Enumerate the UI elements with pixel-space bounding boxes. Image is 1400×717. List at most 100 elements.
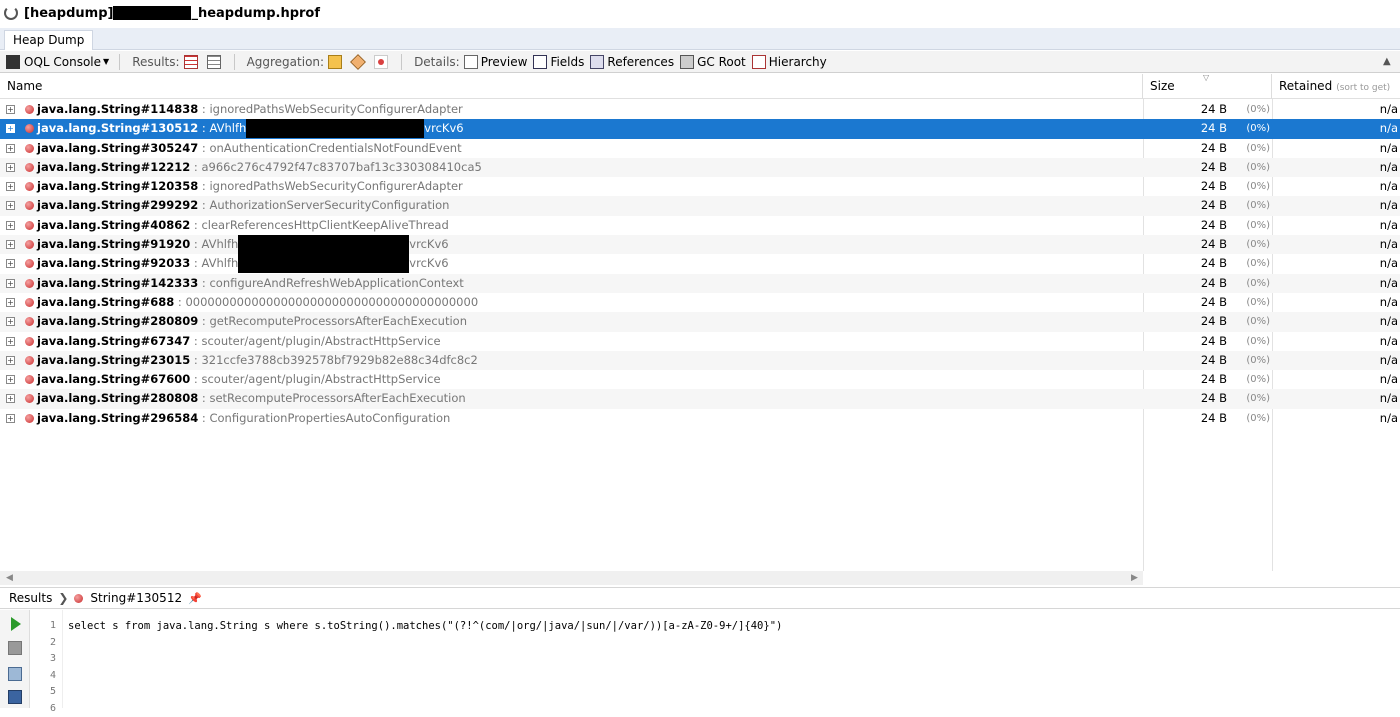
scroll-right-arrow-icon[interactable]: ▶ — [1131, 571, 1138, 585]
tab-heap-dump[interactable]: Heap Dump — [4, 30, 93, 50]
save-icon[interactable] — [8, 690, 22, 704]
expand-icon[interactable]: + — [6, 259, 15, 268]
table-row[interactable]: +java.lang.String#120358 : ignoredPathsW… — [0, 177, 1400, 196]
fields-label: Fields — [550, 55, 584, 69]
string-value: a966c276c4792f47c83707baf13c330308410ca5 — [201, 160, 481, 174]
size-value: 24 B — [1143, 100, 1227, 119]
table-row[interactable]: +java.lang.String#23015 : 321ccfe3788cb3… — [0, 351, 1400, 370]
expand-icon[interactable]: + — [6, 163, 15, 172]
instance-icon — [25, 182, 34, 191]
name-separator: : — [190, 334, 201, 348]
tab-bar: Heap Dump — [0, 28, 1400, 50]
expand-icon[interactable]: + — [6, 337, 15, 346]
name-separator: : — [198, 179, 209, 193]
table-row[interactable]: +java.lang.String#299292 : Authorization… — [0, 196, 1400, 215]
expand-icon[interactable]: + — [6, 356, 15, 365]
run-icon[interactable] — [11, 617, 21, 631]
string-value: ConfigurationPropertiesAutoConfiguration — [209, 411, 450, 425]
table-row[interactable]: + java.lang.String#67600 : scouter/agent/… — [0, 370, 1400, 389]
table-row[interactable]: +java.lang.String#12212 : a966c276c4792f… — [0, 158, 1400, 177]
class-instance-id: java.lang.String#280808 — [37, 391, 198, 405]
name-separator: : — [198, 102, 209, 116]
string-value: configureAndRefreshWebApplicationContext — [209, 276, 463, 290]
pin-icon[interactable]: 📌 — [188, 592, 202, 605]
aggregation-class-button[interactable] — [351, 55, 368, 69]
preview-button[interactable]: Preview — [464, 55, 528, 69]
expand-icon[interactable]: + — [6, 317, 15, 326]
table-icon — [184, 55, 198, 69]
scroll-up-arrow-icon[interactable]: ▲ — [1383, 56, 1391, 67]
horizontal-scrollbar[interactable]: ◀ ▶ — [0, 571, 1143, 585]
table-row[interactable]: +java.lang.String#114838 : ignoredPathsW… — [0, 100, 1400, 119]
retained-value: n/a — [1272, 158, 1398, 177]
retained-value: n/a — [1272, 293, 1398, 312]
gc-root-button[interactable]: GC Root — [680, 55, 746, 69]
stop-icon[interactable] — [8, 641, 22, 655]
table-row[interactable]: +java.lang.String#305247 : onAuthenticat… — [0, 139, 1400, 158]
expand-icon[interactable]: + — [6, 124, 15, 133]
object-name: java.lang.String#67600 : scouter/agent/p… — [37, 370, 441, 389]
table-row[interactable]: +java.lang.String#688 : 0000000000000000… — [0, 293, 1400, 312]
table-row[interactable]: +java.lang.String#67347 : scouter/agent/… — [0, 332, 1400, 351]
package-icon — [328, 55, 342, 69]
table-row[interactable]: +java.lang.String#130512 : AVhlfhvrcKv62… — [0, 119, 1400, 138]
expand-icon[interactable]: + — [6, 182, 15, 191]
expand-icon[interactable]: + — [6, 105, 15, 114]
column-header-name[interactable]: Name — [0, 74, 1143, 99]
string-value: getRecomputeProcessorsAfterEachExecution — [209, 314, 467, 328]
expand-icon[interactable]: + — [6, 279, 15, 288]
string-value-part: vrcKv6 — [424, 121, 463, 135]
breadcrumb-results[interactable]: Results — [9, 591, 52, 605]
string-value-part: AVhlfh — [209, 121, 246, 135]
list-view-button[interactable] — [207, 55, 224, 69]
class-instance-id: java.lang.String#296584 — [37, 411, 198, 425]
details-label: Details: — [414, 55, 460, 69]
oql-console-button[interactable]: OQL Console ▼ — [6, 55, 109, 69]
fields-button[interactable]: Fields — [533, 55, 584, 69]
instance-icon — [25, 201, 34, 210]
expand-icon[interactable]: + — [6, 201, 15, 210]
retained-header-hint: (sort to get) — [1336, 83, 1390, 93]
aggregation-package-button[interactable] — [328, 55, 345, 69]
scroll-left-arrow-icon[interactable]: ◀ — [6, 571, 13, 585]
object-name: java.lang.String#296584 : ConfigurationP… — [37, 409, 450, 428]
breadcrumb-item[interactable]: String#130512 — [90, 591, 182, 605]
table-row[interactable]: +java.lang.String#92033 : AVhlfhvrcKv624… — [0, 254, 1400, 273]
string-value-part: AVhlfh — [201, 256, 238, 270]
expand-icon[interactable]: + — [6, 298, 15, 307]
expand-icon[interactable]: + — [6, 221, 15, 230]
expand-icon[interactable]: + — [6, 240, 15, 249]
size-value: 24 B — [1143, 351, 1227, 370]
table-row[interactable]: +java.lang.String#142333 : configureAndR… — [0, 274, 1400, 293]
expand-icon[interactable]: + — [6, 375, 15, 384]
table-row[interactable]: +java.lang.String#280808 : setRecomputeP… — [0, 389, 1400, 408]
references-button[interactable]: References — [590, 55, 674, 69]
object-name: java.lang.String#91920 : AVhlfhvrcKv6 — [37, 235, 449, 254]
class-instance-id: java.lang.String#67347 — [37, 334, 190, 348]
expand-icon[interactable]: + — [6, 394, 15, 403]
hierarchy-button[interactable]: Hierarchy — [752, 55, 827, 69]
instance-icon — [25, 221, 34, 230]
open-folder-icon[interactable] — [8, 667, 22, 681]
table-row[interactable]: +java.lang.String#91920 : AVhlfhvrcKv624… — [0, 235, 1400, 254]
retained-value: n/a — [1272, 409, 1398, 428]
aggregation-instance-button[interactable] — [374, 55, 391, 69]
table-row[interactable]: +java.lang.String#280809 : getRecomputeP… — [0, 312, 1400, 331]
table-view-button[interactable] — [184, 55, 201, 69]
expand-icon[interactable]: + — [6, 414, 15, 423]
column-header-retained[interactable]: Retained(sort to get) — [1272, 74, 1400, 99]
expand-icon[interactable]: + — [6, 144, 15, 153]
instance-icon — [25, 356, 34, 365]
table-row[interactable]: + java.lang.String#296584 : Configuration… — [0, 409, 1400, 428]
table-row[interactable]: +java.lang.String#40862 : clearReference… — [0, 216, 1400, 235]
retained-value: n/a — [1272, 196, 1398, 215]
instance-icon — [25, 317, 34, 326]
results-label: Results: — [132, 55, 179, 69]
size-percent: (0%) — [1240, 235, 1270, 254]
string-value: ignoredPathsWebSecurityConfigurerAdapter — [209, 102, 462, 116]
query-text-area[interactable]: select s from java.lang.String s where s… — [68, 618, 782, 634]
line-number: 2 — [31, 635, 56, 652]
size-header-label: Size — [1150, 79, 1175, 93]
toolbar-separator — [234, 54, 235, 70]
redacted-block — [246, 119, 424, 138]
